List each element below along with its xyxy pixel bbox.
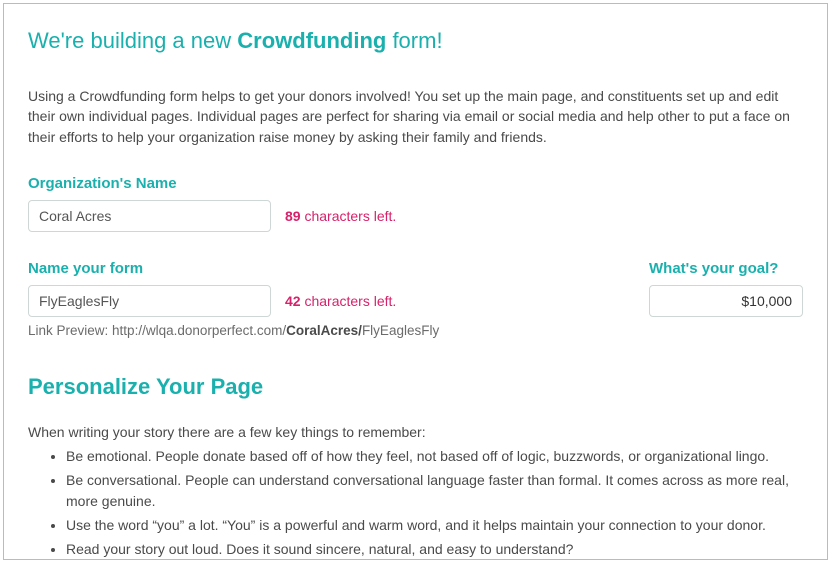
goal-input[interactable]	[649, 285, 803, 317]
form-builder-panel: We're building a new Crowdfunding form! …	[3, 3, 828, 560]
goal-label: What's your goal?	[649, 260, 803, 277]
org-name-label: Organization's Name	[28, 175, 803, 192]
title-bold: Crowdfunding	[237, 28, 386, 53]
form-name-section: Name your form 42 characters left. Link …	[28, 260, 439, 338]
title-post: form!	[386, 28, 442, 53]
page-title: We're building a new Crowdfunding form!	[28, 28, 803, 54]
org-name-counter-text: characters left.	[301, 208, 397, 224]
form-name-label: Name your form	[28, 260, 439, 277]
form-name-counter-text: characters left.	[301, 293, 397, 309]
link-preview-base: http://wlqa.donorperfect.com/	[112, 323, 286, 338]
link-preview: Link Preview: http://wlqa.donorperfect.c…	[28, 323, 439, 338]
form-name-counter: 42 characters left.	[285, 293, 396, 309]
form-name-input[interactable]	[28, 285, 271, 317]
list-item: Read your story out loud. Does it sound …	[66, 539, 803, 560]
link-preview-org: CoralAcres/	[286, 323, 362, 338]
list-item: Be conversational. People can understand…	[66, 470, 803, 513]
personalize-heading: Personalize Your Page	[28, 374, 803, 400]
goal-section: What's your goal?	[649, 260, 803, 317]
link-preview-form: FlyEaglesFly	[362, 323, 439, 338]
list-item: Be emotional. People donate based off of…	[66, 446, 803, 468]
org-name-section: Organization's Name 89 characters left.	[28, 175, 803, 232]
form-name-counter-num: 42	[285, 293, 301, 309]
link-preview-label: Link Preview:	[28, 323, 112, 338]
intro-text: Using a Crowdfunding form helps to get y…	[28, 86, 803, 147]
org-name-counter: 89 characters left.	[285, 208, 396, 224]
tips-list: Be emotional. People donate based off of…	[28, 446, 803, 560]
org-name-input[interactable]	[28, 200, 271, 232]
list-item: Use the word “you” a lot. “You” is a pow…	[66, 515, 803, 537]
tips-intro: When writing your story there are a few …	[28, 424, 803, 440]
title-pre: We're building a new	[28, 28, 237, 53]
org-name-counter-num: 89	[285, 208, 301, 224]
